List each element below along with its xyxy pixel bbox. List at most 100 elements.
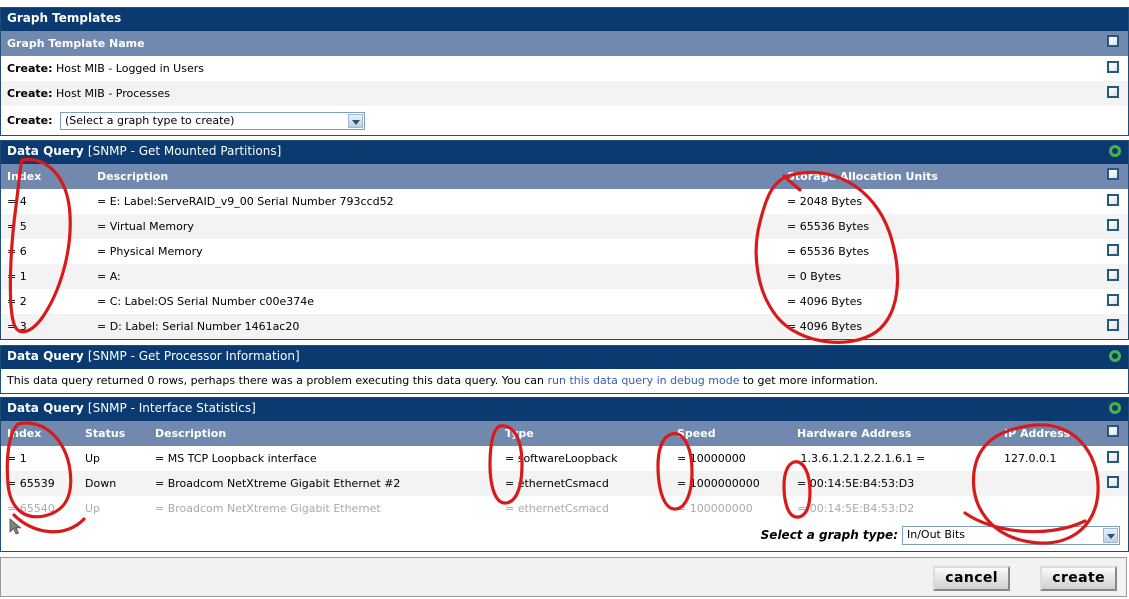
col-description: Description	[97, 170, 169, 183]
cell-storage-allocation-units: = 4096 Bytes	[787, 295, 863, 308]
cell-type: = ethernetCsmacd	[505, 502, 609, 515]
cell-hardware-address: = 00:14:5E:B4:53:D2	[797, 502, 915, 515]
select-all-checkbox[interactable]	[1107, 168, 1119, 180]
table-row[interactable]: = 65539 Down = Broadcom NetXtreme Gigabi…	[1, 471, 1128, 496]
row-select-cell	[1098, 214, 1128, 239]
data-query-processor-info-panel: Data Query [SNMP - Get Processor Informa…	[0, 345, 1129, 394]
create-button[interactable]: create	[1040, 566, 1117, 591]
cell-description: = E: Label:ServeRAID_v9_00 Serial Number…	[97, 195, 394, 208]
cell-ip-address: 127.0.0.1	[1004, 452, 1057, 465]
green-ring-icon[interactable]	[1109, 145, 1121, 157]
cell-status: Down	[85, 477, 117, 490]
table-row[interactable]: Create: Host MIB - Processes	[1, 81, 1128, 106]
select-all-cell	[1098, 31, 1128, 56]
cell-type: = ethernetCsmacd	[505, 477, 609, 490]
cell-storage-allocation-units: = 0 Bytes	[787, 270, 842, 283]
col-type: Type	[505, 427, 534, 440]
row-checkbox[interactable]	[1107, 451, 1119, 463]
graph-template-row-cell: Create: Host MIB - Processes	[1, 81, 1098, 106]
cancel-button[interactable]: cancel	[933, 566, 1010, 591]
mounted-partitions-table: Index Description Storage Allocation Uni…	[1, 164, 1128, 339]
cell-index: = 4	[7, 195, 27, 208]
row-checkbox[interactable]	[1107, 219, 1119, 231]
cell-storage-allocation-units: = 4096 Bytes	[787, 320, 863, 333]
select-all-checkbox[interactable]	[1107, 35, 1119, 47]
table-row[interactable]: = 1 = A: = 0 Bytes	[1, 264, 1128, 289]
row-select-cell	[1098, 189, 1128, 214]
table-row[interactable]: = 2 = C: Label:OS Serial Number c00e374e…	[1, 289, 1128, 314]
col-index: Index	[7, 427, 42, 440]
row-select-cell	[1098, 289, 1128, 314]
data-query-processor-info-title-bar: Data Query [SNMP - Get Processor Informa…	[1, 346, 1128, 369]
cell-index: = 5	[7, 220, 27, 233]
chevron-down-icon[interactable]	[348, 113, 363, 128]
graph-type-select[interactable]: In/Out Bits	[902, 526, 1120, 545]
cell-index: = 1	[7, 452, 27, 465]
row-select-cell-empty	[1098, 496, 1128, 521]
green-ring-icon[interactable]	[1109, 350, 1121, 362]
select-all-checkbox[interactable]	[1107, 425, 1119, 437]
row-checkbox[interactable]	[1107, 194, 1119, 206]
cell-description: = Physical Memory	[97, 245, 203, 258]
row-select-cell	[1098, 239, 1128, 264]
cell-storage-allocation-units: = 65536 Bytes	[787, 220, 870, 233]
select-all-cell	[1098, 164, 1128, 189]
cell-description: = C: Label:OS Serial Number c00e374e	[97, 295, 314, 308]
table-row[interactable]: = 4 = E: Label:ServeRAID_v9_00 Serial Nu…	[1, 189, 1128, 214]
cell-speed: = 100000000	[677, 502, 753, 515]
table-row-create-select: Create: (Select a graph type to create)	[1, 106, 1128, 135]
row-select-cell	[1098, 81, 1128, 106]
col-status: Status	[85, 427, 126, 440]
row-checkbox[interactable]	[1107, 244, 1119, 256]
cell-description: = MS TCP Loopback interface	[155, 452, 317, 465]
cell-storage-allocation-units: = 2048 Bytes	[787, 195, 863, 208]
mouse-cursor	[9, 518, 22, 535]
cell-ip-address	[998, 471, 1098, 496]
graph-type-select-value: In/Out Bits	[907, 528, 966, 541]
empty-cell	[1098, 106, 1128, 135]
row-checkbox[interactable]	[1107, 476, 1119, 488]
no-rows-message-before: This data query returned 0 rows, perhaps…	[7, 374, 548, 387]
col-index: Index	[7, 170, 42, 183]
data-query-interface-statistics-title-bar: Data Query [SNMP - Interface Statistics]	[1, 398, 1128, 421]
graph-template-name: Host MIB - Processes	[56, 87, 171, 100]
cell-index: = 3	[7, 320, 27, 333]
table-row[interactable]: = 6 = Physical Memory = 65536 Bytes	[1, 239, 1128, 264]
create-prefix: Create:	[7, 113, 53, 127]
graph-type-create-select[interactable]: (Select a graph type to create)	[60, 111, 365, 130]
graph-templates-panel: Graph Templates Graph Template Name Crea…	[0, 7, 1129, 136]
row-checkbox[interactable]	[1107, 294, 1119, 306]
row-select-cell	[1098, 471, 1128, 496]
cell-description: = Virtual Memory	[97, 220, 194, 233]
debug-mode-link[interactable]: run this data query in debug mode	[548, 374, 740, 387]
row-checkbox[interactable]	[1107, 61, 1119, 73]
create-prefix: Create:	[7, 87, 53, 100]
green-ring-icon[interactable]	[1109, 402, 1121, 414]
cell-index: = 2	[7, 295, 27, 308]
cell-status: Up	[85, 452, 101, 465]
chevron-down-icon[interactable]	[1103, 528, 1118, 543]
data-query-mounted-partitions-title-bar: Data Query [SNMP - Get Mounted Partition…	[1, 141, 1128, 164]
cell-hardware-address: = 00:14:5E:B4:53:D3	[797, 477, 915, 490]
cell-status: Up	[85, 502, 101, 515]
interface-statistics-footer: Select a graph type: In/Out Bits	[1, 521, 1128, 551]
row-checkbox[interactable]	[1107, 269, 1119, 281]
cell-hardware-address: .1.3.6.1.2.1.2.2.1.6.1 =	[797, 452, 926, 465]
cell-description: = Broadcom NetXtreme Gigabit Ethernet #2	[155, 477, 401, 490]
col-graph-template-name: Graph Template Name	[7, 37, 145, 50]
table-row[interactable]: = 1 Up = MS TCP Loopback interface = sof…	[1, 446, 1128, 471]
data-query-label: Data Query	[7, 144, 84, 158]
col-ip-address: IP Address	[1004, 427, 1071, 440]
table-row[interactable]: = 5 = Virtual Memory = 65536 Bytes	[1, 214, 1128, 239]
table-row[interactable]: = 3 = D: Label: Serial Number 1461ac20 =…	[1, 314, 1128, 339]
table-row[interactable]: Create: Host MIB - Logged in Users	[1, 56, 1128, 81]
cell-description: = Broadcom NetXtreme Gigabit Ethernet	[155, 502, 381, 515]
col-speed: Speed	[677, 427, 716, 440]
row-checkbox[interactable]	[1107, 86, 1119, 98]
row-checkbox[interactable]	[1107, 319, 1119, 331]
select-all-cell	[1098, 421, 1128, 446]
row-select-cell	[1098, 314, 1128, 339]
data-query-name: [SNMP - Get Mounted Partitions]	[87, 144, 282, 158]
row-select-cell	[1098, 264, 1128, 289]
graph-type-create-select-value: (Select a graph type to create)	[65, 113, 235, 127]
